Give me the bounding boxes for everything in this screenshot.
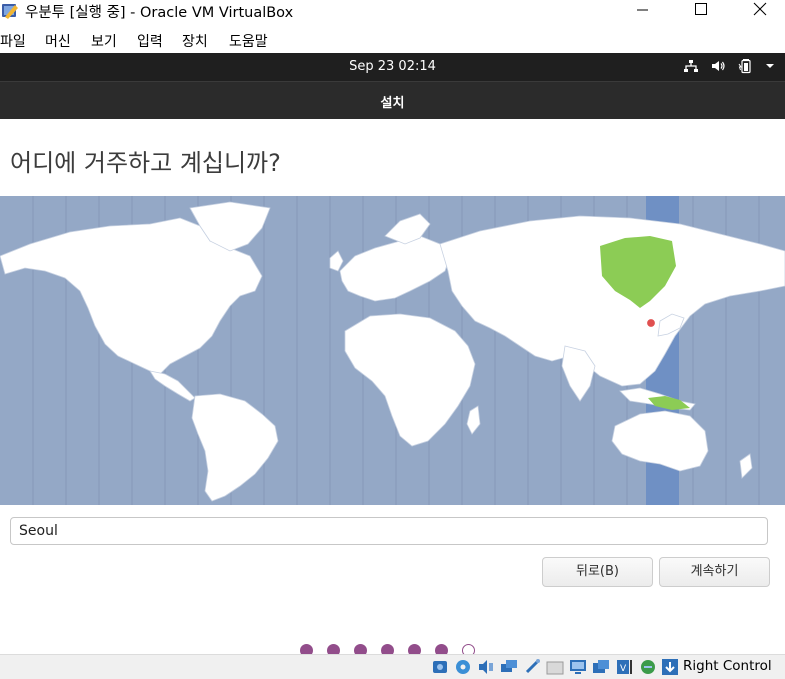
menu-help[interactable]: 도움말 <box>229 31 268 51</box>
network-icon[interactable] <box>683 58 699 74</box>
mouse-integration-icon[interactable] <box>639 658 657 676</box>
installer-headerbar: 설치 <box>0 81 785 119</box>
timezone-city-input[interactable] <box>10 517 768 545</box>
continue-button[interactable]: 계속하기 <box>659 557 770 587</box>
installer-title: 설치 <box>380 96 405 111</box>
location-pin-icon <box>645 317 657 329</box>
usb-icon[interactable] <box>523 658 541 676</box>
close-icon <box>753 2 767 16</box>
virtualbox-icon <box>2 4 18 19</box>
svg-text:V: V <box>620 664 627 674</box>
chevron-down-icon[interactable] <box>763 58 777 74</box>
volume-icon[interactable] <box>710 58 726 74</box>
virtualization-icon[interactable]: V <box>615 658 633 676</box>
timezone-map[interactable] <box>0 196 785 505</box>
menu-input[interactable]: 입력 <box>137 31 163 51</box>
host-key-label: Right Control <box>683 658 772 674</box>
minimize-button[interactable] <box>620 0 666 22</box>
audio-icon[interactable] <box>477 658 495 676</box>
optical-disk-icon[interactable] <box>454 658 472 676</box>
maximize-button[interactable] <box>678 0 724 22</box>
keyboard-capture-icon[interactable] <box>661 658 679 676</box>
minimize-icon <box>637 9 648 11</box>
gnome-topbar: Sep 23 02:14 <box>0 53 785 81</box>
menu-machine[interactable]: 머신 <box>45 31 71 51</box>
recording-icon[interactable] <box>592 658 610 676</box>
page-question: 어디에 거주하고 계십니까? <box>10 149 281 177</box>
display-icon[interactable] <box>569 658 587 676</box>
clock[interactable]: Sep 23 02:14 <box>0 59 785 74</box>
window-titlebar[interactable]: 우분투 [실행 중] - Oracle VM VirtualBox <box>0 0 785 22</box>
window-title: 우분투 [실행 중] - Oracle VM VirtualBox <box>25 5 294 21</box>
shared-folders-icon[interactable] <box>546 658 564 676</box>
menu-devices[interactable]: 장치 <box>182 31 208 51</box>
network-adapters-icon[interactable] <box>500 658 518 676</box>
vbox-statusbar: V Right Control <box>0 654 785 679</box>
menu-file[interactable]: 파일 <box>0 31 26 51</box>
battery-icon[interactable] <box>738 58 754 74</box>
vbox-menubar: 파일 머신 보기 입력 장치 도움말 <box>0 28 785 53</box>
menu-view[interactable]: 보기 <box>91 31 117 51</box>
close-button[interactable] <box>737 0 783 22</box>
back-button[interactable]: 뒤로(B) <box>542 557 653 587</box>
hard-disk-icon[interactable] <box>431 658 449 676</box>
maximize-icon <box>695 3 707 15</box>
